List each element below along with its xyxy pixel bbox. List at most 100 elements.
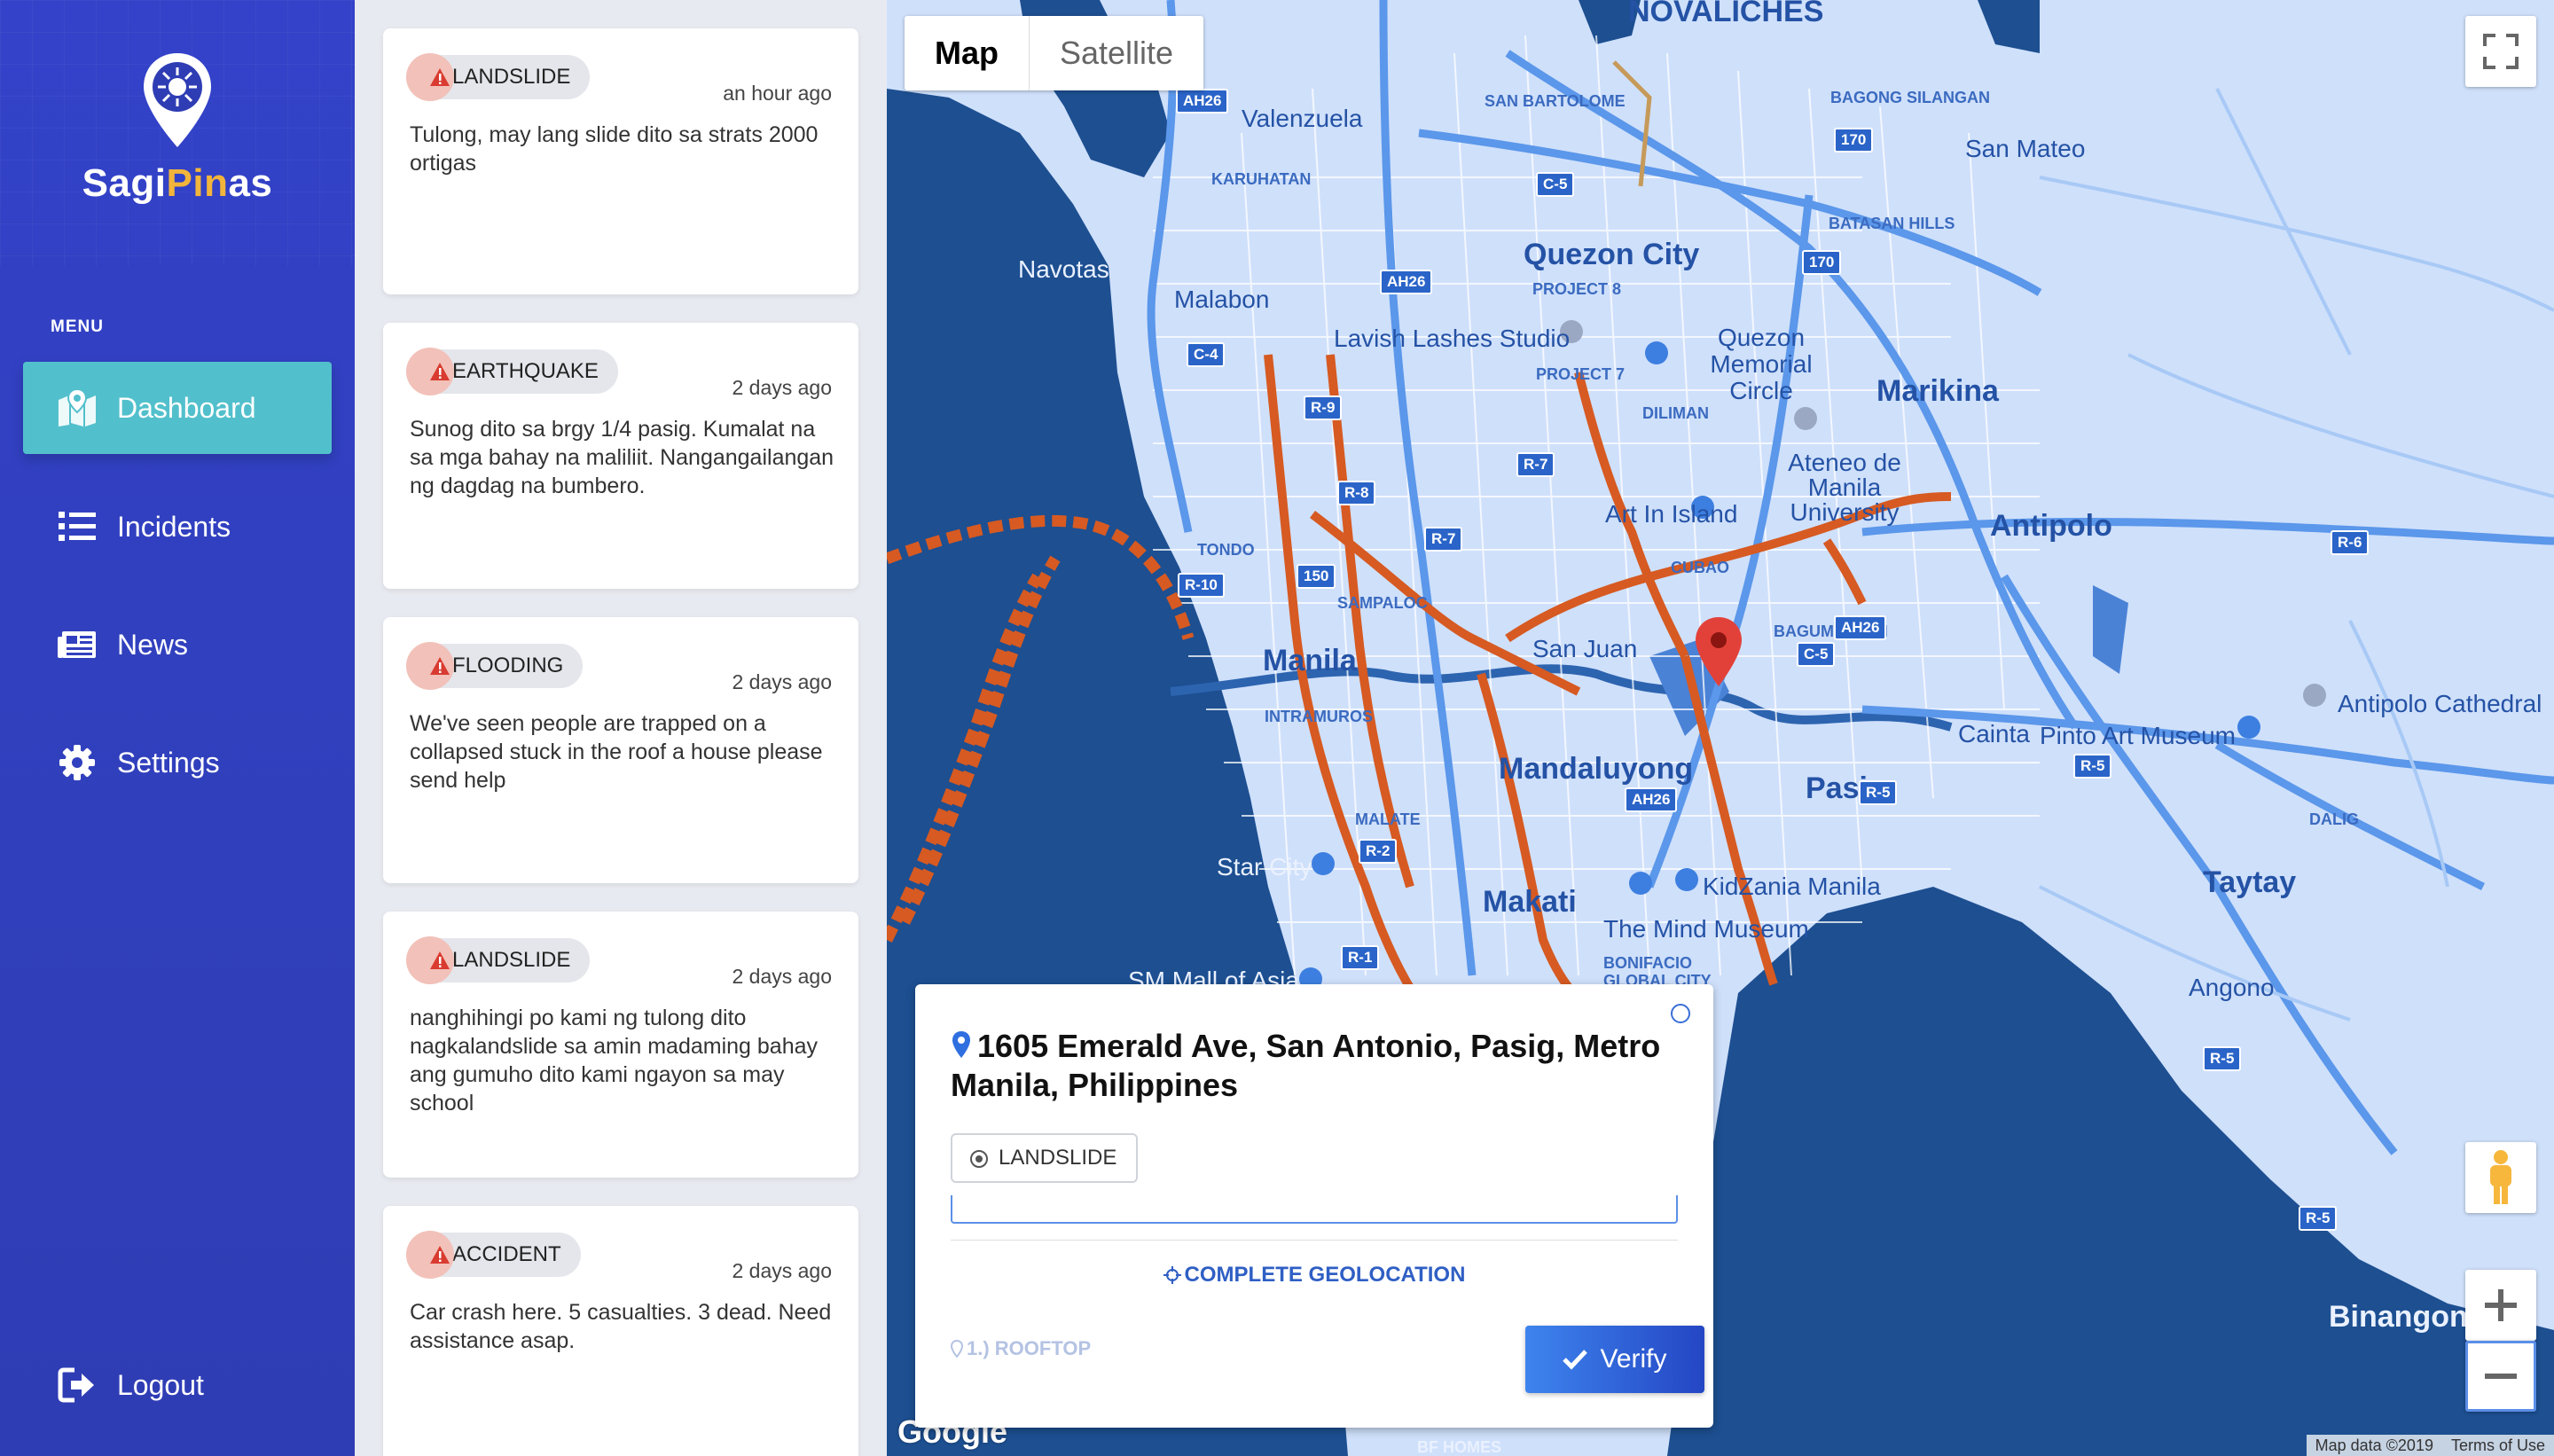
warning-icon (430, 68, 450, 86)
logout-label: Logout (117, 1368, 204, 1401)
map-label-mind-museum: The Mind Museum (1603, 915, 1809, 943)
map-label-dalig: DALIG (2309, 810, 2359, 828)
popup-category-label: LANDSLIDE (999, 1146, 1117, 1170)
warning-icon (430, 951, 450, 969)
road-shield: R-10 (1178, 573, 1225, 598)
geo-precision: 1.) ROOFTOP (950, 1337, 1091, 1360)
incident-time: 2 days ago (732, 965, 832, 988)
map-label-novaliches: NOVALICHES (1628, 0, 1824, 28)
road-shield: R-5 (2299, 1206, 2338, 1231)
map-type-satellite-button[interactable]: Satellite (1030, 16, 1203, 90)
newspaper-icon (58, 631, 96, 658)
map-label-batasan-hills: BATASAN HILLS (1829, 215, 1955, 232)
incident-tag-label: ACCIDENT (452, 1242, 561, 1266)
logout-button[interactable]: Logout (23, 1339, 332, 1431)
road-shield: R-8 (1337, 481, 1376, 505)
incident-card[interactable]: LANDSLIDE an hour ago Tulong, may lang s… (383, 28, 858, 294)
incident-card[interactable]: LANDSLIDE 2 days ago nanghihingi po kami… (383, 912, 858, 1178)
radio-icon (970, 1150, 988, 1168)
list-icon (59, 512, 96, 541)
complete-geolocation-label: COMPLETE GEOLOCATION (1184, 1263, 1466, 1287)
nav-settings[interactable]: Settings (23, 716, 332, 809)
fullscreen-icon (2483, 34, 2519, 69)
terms-link[interactable]: Terms of Use (2442, 1435, 2554, 1456)
map-label-malabon: Malabon (1174, 286, 1270, 313)
nav-incidents-label: Incidents (117, 510, 231, 543)
crosshair-icon (1163, 1266, 1181, 1284)
map-label-kidzania: KidZania Manila (1703, 873, 1881, 900)
nav-dashboard-label: Dashboard (117, 391, 256, 424)
nav-dashboard[interactable]: Dashboard (23, 362, 332, 454)
road-shield: 170 (1834, 128, 1874, 153)
map-label-manila: Manila (1263, 644, 1357, 677)
plus-icon (2485, 1289, 2517, 1321)
map-label-project-8: PROJECT 8 (1532, 280, 1622, 298)
zoom-out-button[interactable] (2465, 1341, 2536, 1412)
road-shield: C-4 (1187, 342, 1226, 367)
incident-tag: FLOODING (406, 642, 584, 690)
road-shield: R-5 (1859, 780, 1898, 805)
map-marker-icon (59, 387, 96, 427)
complete-geolocation-link[interactable]: COMPLETE GEOLOCATION (915, 1263, 1713, 1288)
map-label-cainta: Cainta (1958, 720, 2030, 748)
popup-divider (951, 1240, 1678, 1241)
map-label-quezon-memorial: Quezon Memorial Circle (1710, 324, 1813, 404)
incident-tag: EARTHQUAKE (406, 348, 618, 395)
incident-card[interactable]: FLOODING 2 days ago We've seen people ar… (383, 617, 858, 883)
map-label-taytay: Taytay (2203, 865, 2297, 899)
incident-tag: ACCIDENT (406, 1231, 581, 1279)
street-view-button[interactable] (2465, 1142, 2536, 1213)
brand-name: SagiPinas (0, 161, 355, 206)
map-label-makati: Makati (1483, 885, 1577, 919)
map-type-map-button[interactable]: Map (905, 16, 1030, 90)
incident-card[interactable]: ACCIDENT 2 days ago Car crash here. 5 ca… (383, 1206, 858, 1456)
map-type-control: Map Satellite (905, 16, 1204, 90)
map-label-valenzuela: Valenzuela (1242, 105, 1363, 132)
incident-time: 2 days ago (732, 670, 832, 693)
map-label-tondo: TONDO (1197, 541, 1255, 559)
road-shield: C-5 (1536, 172, 1575, 197)
fullscreen-button[interactable] (2465, 16, 2536, 87)
map-label-cubao: CUBAO (1671, 559, 1729, 576)
verify-label: Verify (1600, 1344, 1667, 1374)
road-shield: AH26 (1380, 270, 1433, 294)
popup-category-option[interactable]: LANDSLIDE (951, 1133, 1139, 1183)
pegman-icon (2490, 1150, 2511, 1204)
laguna-lake (1667, 887, 2554, 1456)
nav-incidents[interactable]: Incidents (23, 481, 332, 573)
map-attribution: Map data ©2019 Terms of Use (2306, 1435, 2554, 1456)
location-pin-icon (952, 1031, 970, 1058)
map-label-karuhatan: KARUHATAN (1211, 170, 1312, 188)
incident-time: 2 days ago (732, 1259, 832, 1282)
zoom-in-button[interactable] (2465, 1270, 2536, 1341)
brand-part-1: Sagi (82, 161, 167, 205)
map-label-art-in-island: Art In Island (1605, 500, 1738, 528)
incident-tag-label: FLOODING (452, 654, 564, 677)
map-label-bf-homes: BF HOMES (1417, 1438, 1502, 1456)
close-icon[interactable] (1671, 1004, 1690, 1023)
sign-out-icon (58, 1367, 94, 1403)
nav-news[interactable]: News (23, 599, 332, 691)
logo-icon (144, 53, 211, 147)
location-pin-icon (950, 1339, 964, 1358)
verify-button[interactable]: Verify (1525, 1326, 1704, 1393)
road-shield: R-7 (1424, 527, 1463, 552)
map-label-malate: MALATE (1355, 810, 1421, 828)
road-shield: R-9 (1304, 395, 1343, 420)
road-shield: 170 (1802, 250, 1842, 275)
incident-card[interactable]: EARTHQUAKE 2 days ago Sunog dito sa brgy… (383, 323, 858, 589)
warning-icon (430, 657, 450, 675)
park-area (2093, 585, 2128, 674)
incident-feed: LANDSLIDE an hour ago Tulong, may lang s… (355, 0, 887, 1456)
popup-details-input[interactable] (951, 1195, 1678, 1224)
map-label-marikina: Marikina (1876, 374, 1999, 408)
road-shield: C-5 (1797, 642, 1836, 667)
map-label-angono: Angono (2189, 974, 2275, 1001)
incident-time: 2 days ago (732, 376, 832, 399)
map-label-mandaluyong: Mandaluyong (1499, 752, 1694, 786)
sidebar: SagiPinas MENU Dashboard Incidents News (0, 0, 355, 1456)
map-label-san-mateo: San Mateo (1965, 135, 2086, 162)
incident-message: We've seen people are trapped on a colla… (410, 711, 823, 793)
road-shield: R-5 (2073, 754, 2112, 779)
top-right-water (1978, 0, 2040, 53)
